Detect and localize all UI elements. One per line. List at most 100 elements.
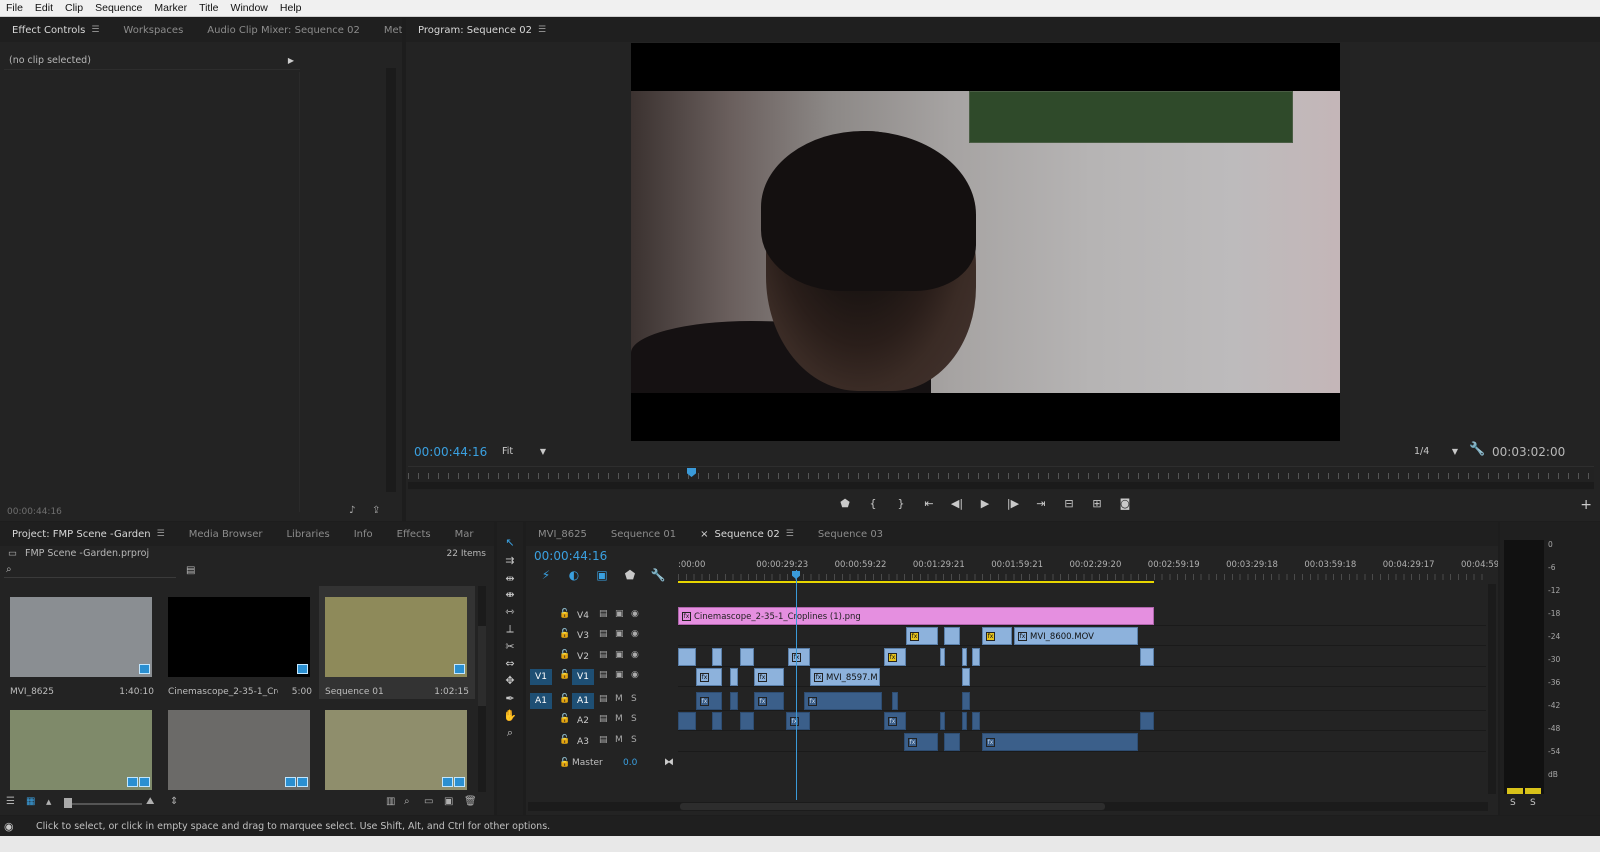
timeline-clip[interactable]	[940, 712, 945, 730]
timeline-clip[interactable]	[1140, 648, 1154, 666]
zoom-fit-select[interactable]: Fit ▼	[500, 446, 548, 460]
toggle-output-icon[interactable]: ▣	[615, 670, 624, 680]
new-bin-icon[interactable]: ▤	[186, 565, 195, 576]
slip-tool-icon[interactable]: ⇔	[502, 657, 518, 673]
go-to-end-icon[interactable]: ⧓	[664, 757, 674, 768]
eye-icon[interactable]: ◉	[631, 629, 639, 639]
program-timecode[interactable]: 00:00:44:16	[414, 445, 487, 459]
tab-audio-clip-mixer[interactable]: Audio Clip Mixer: Sequence 02	[195, 18, 372, 42]
track-select-tool-icon[interactable]: ⇉	[502, 554, 518, 570]
lock-icon[interactable]: 🔓	[559, 650, 570, 660]
effect-scrollbar[interactable]	[386, 68, 396, 492]
timeline-clip[interactable]	[962, 668, 970, 686]
pen-tool-icon[interactable]: ✒	[502, 692, 518, 708]
timeline-clip[interactable]: fx	[982, 733, 1138, 751]
track-area[interactable]: fx fx fx MVI_8600.MOV	[678, 626, 1486, 646]
solo-left-button[interactable]: S	[1510, 798, 1516, 808]
track-target-button[interactable]: V1	[572, 669, 594, 685]
tab-sequence-03[interactable]: Sequence 03	[806, 522, 895, 546]
timeline-clip[interactable]: fx	[788, 648, 810, 666]
lock-icon[interactable]: 🔓	[559, 758, 570, 768]
track-target-button[interactable]: V2	[572, 649, 594, 665]
lock-icon[interactable]: 🔓	[559, 694, 570, 704]
tab-effects[interactable]: Effects	[385, 522, 443, 546]
timeline-clip[interactable]: fx	[884, 712, 906, 730]
eye-icon[interactable]: ◉	[631, 609, 639, 619]
overflow-tabs-icon[interactable]: »	[486, 522, 495, 546]
eye-icon[interactable]: ◉	[631, 650, 639, 660]
track-area[interactable]: fx Cinemascope_2-35-1_Croplines (1).png	[678, 606, 1486, 626]
snap-icon[interactable]: ⚡	[532, 568, 560, 582]
project-scrollbar[interactable]	[478, 586, 486, 792]
menu-edit[interactable]: Edit	[29, 2, 59, 14]
menu-window[interactable]: Window	[225, 2, 274, 14]
clip-thumbnail[interactable]	[10, 597, 152, 677]
timeline-clip[interactable]	[712, 648, 722, 666]
timeline-clip[interactable]	[944, 627, 960, 645]
timeline-clip[interactable]	[892, 692, 898, 710]
lift-icon[interactable]: ⊟	[1055, 497, 1083, 510]
menu-clip[interactable]: Clip	[59, 2, 89, 14]
rate-stretch-tool-icon[interactable]: ⇿	[502, 605, 518, 621]
sync-lock-icon[interactable]: ▤	[599, 670, 608, 680]
track-area[interactable]: fx fx	[678, 647, 1486, 667]
timeline-clip[interactable]: fx Cinemascope_2-35-1_Croplines (1).png	[678, 607, 1154, 625]
timeline-clip[interactable]: fx MVI_8597.M	[810, 668, 880, 686]
menu-marker[interactable]: Marker	[148, 2, 193, 14]
timeline-clip[interactable]: fx	[884, 648, 906, 666]
timeline-clip[interactable]	[730, 668, 738, 686]
timeline-clip[interactable]	[972, 712, 980, 730]
tab-workspaces[interactable]: Workspaces	[111, 18, 195, 42]
timeline-clip[interactable]	[1140, 712, 1154, 730]
project-item[interactable]: MVI_8625 1:40:10	[4, 586, 160, 699]
extract-icon[interactable]: ⊞	[1083, 497, 1111, 510]
master-volume-value[interactable]: 0.0	[623, 758, 637, 768]
tab-libraries[interactable]: Libraries	[274, 522, 341, 546]
program-zoom-scroll[interactable]	[408, 482, 1594, 489]
timeline-clip[interactable]: fx	[754, 692, 784, 710]
sync-lock-icon[interactable]: ▤	[599, 735, 608, 745]
new-bin-footer-icon[interactable]: ▭	[424, 796, 433, 807]
track-target-button[interactable]: A2	[572, 713, 594, 729]
tab-program[interactable]: Program: Sequence 02 ☰	[406, 18, 558, 42]
resolution-select[interactable]: 1/4 ▼	[1414, 446, 1458, 460]
add-marker-icon[interactable]: ⬟	[616, 568, 644, 582]
timeline-clip[interactable]	[678, 712, 696, 730]
program-video-frame[interactable]	[631, 43, 1340, 441]
track-area[interactable]: fx fx	[678, 711, 1486, 731]
timeline-clip[interactable]	[940, 648, 945, 666]
track-target-button[interactable]: V3	[572, 628, 594, 644]
tab-sequence-01[interactable]: Sequence 01	[599, 522, 688, 546]
solo-button[interactable]: S	[631, 694, 637, 704]
eye-icon[interactable]: ◉	[631, 670, 639, 680]
sync-lock-icon[interactable]: ▤	[599, 629, 608, 639]
project-item[interactable]: Sequence 01 1:02:15	[319, 586, 475, 699]
source-patch-button[interactable]: A1	[530, 693, 552, 709]
tab-info[interactable]: Info	[342, 522, 385, 546]
wrench-icon[interactable]: 🔧	[1469, 442, 1485, 457]
work-area-bar[interactable]	[678, 581, 1154, 583]
project-item[interactable]: Cinemascope_2-35-1_Cro... 5:00	[162, 586, 318, 699]
timeline-clip[interactable]: fx MVI_8600.MOV	[1014, 627, 1138, 645]
razor-blade-icon[interactable]: ✂	[502, 640, 518, 656]
timeline-clip[interactable]	[730, 692, 738, 710]
scroll-thumb[interactable]	[680, 803, 1105, 810]
timeline-clip[interactable]: fx	[754, 668, 784, 686]
filter-audio-icon[interactable]: ♪	[349, 505, 355, 516]
timeline-clip[interactable]	[740, 648, 754, 666]
timeline-clip[interactable]: fx	[982, 627, 1012, 645]
mute-button[interactable]: M	[615, 694, 623, 704]
expand-arrow-icon[interactable]: ▶	[288, 52, 294, 70]
export-frame-icon[interactable]: ◙	[1111, 497, 1139, 510]
timeline-clip[interactable]	[944, 733, 960, 751]
lock-icon[interactable]: 🔓	[559, 735, 570, 745]
timeline-clip[interactable]	[678, 648, 696, 666]
sort-icon[interactable]: ⇕	[170, 796, 178, 807]
zoom-tool-icon[interactable]: ⌕	[502, 726, 518, 742]
panel-menu-icon[interactable]: ☰	[538, 25, 546, 35]
list-view-icon[interactable]: ☰	[6, 796, 15, 807]
close-icon[interactable]: ×	[700, 529, 708, 540]
timeline-timecode[interactable]: 00:00:44:16	[534, 549, 607, 563]
insert-sequence-icon[interactable]: ▣	[588, 568, 616, 582]
panel-menu-icon[interactable]: ☰	[91, 25, 99, 35]
